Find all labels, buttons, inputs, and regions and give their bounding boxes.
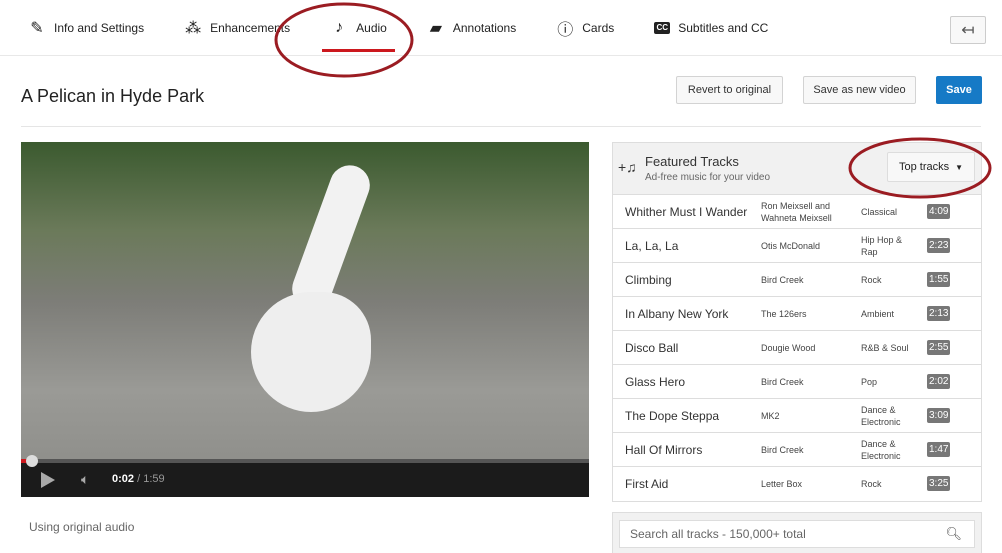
featured-tracks-panel: +♫ Featured Tracks Ad-free music for you… <box>612 142 982 502</box>
video-frame-subject <box>251 292 371 412</box>
tab-subtitles[interactable]: CC Subtitles and CC <box>654 0 768 56</box>
page-title: A Pelican in Hyde Park <box>21 86 205 106</box>
search-icon[interactable]: 🔍︎ <box>945 526 962 542</box>
top-tracks-dropdown[interactable]: Top tracks ▼ <box>887 152 975 182</box>
caret-down-icon: ▼ <box>955 162 964 172</box>
track-row[interactable]: First Aid Letter Box Rock 3:25 <box>613 467 981 501</box>
tab-bar: ✎ Info and Settings ⁂ Enhancements ♪ Audio … <box>0 0 1002 56</box>
play-icon[interactable] <box>41 472 55 488</box>
track-artist: Ron Meixsell and Wahneta Meixsell <box>761 200 832 223</box>
track-duration: 4:09 <box>927 204 951 219</box>
track-row[interactable]: The Dope Steppa MK2 Dance & Electronic 3:09 <box>613 399 981 433</box>
video-frame <box>286 159 376 315</box>
track-genre: Dance & Electronic <box>861 438 901 461</box>
tab-info-settings[interactable]: ✎ Info and Settings <box>28 0 144 56</box>
audio-status: Using original audio <box>29 520 135 534</box>
volume-icon[interactable]: 🔈︎ <box>81 471 89 488</box>
track-row[interactable]: La, La, La Otis McDonald Hip Hop & Rap 2:23 <box>613 229 981 263</box>
info-icon: ⓘ <box>557 21 574 39</box>
track-genre: R&B & Soul <box>861 342 909 353</box>
track-row[interactable]: Whither Must I Wander Ron Meixsell and Wa… <box>613 195 981 229</box>
track-search: 🔍︎ <box>612 512 982 553</box>
track-artist: Letter Box <box>761 478 803 489</box>
track-name: Whither Must I Wander <box>625 205 748 219</box>
tab-audio[interactable]: ♪ Audio <box>322 0 395 56</box>
track-artist: The 126ers <box>761 308 807 319</box>
pencil-icon: ✎ <box>30 19 44 37</box>
track-name: In Albany New York <box>625 307 729 321</box>
track-genre: Rock <box>861 274 882 285</box>
track-genre: Dance & Electronic <box>861 404 901 427</box>
scrubber-handle[interactable] <box>26 455 39 467</box>
revert-button[interactable]: Revert to original <box>676 76 783 104</box>
track-duration: 1:55 <box>927 272 951 287</box>
track-genre: Classical <box>861 206 898 217</box>
track-genre: Ambient <box>861 308 895 319</box>
track-duration: 1:47 <box>927 442 951 457</box>
track-duration: 2:55 <box>927 340 951 355</box>
track-duration: 2:13 <box>927 306 951 321</box>
panel-subtitle: Ad-free music for your video <box>645 172 771 183</box>
track-row[interactable]: Hall Of Mirrors Bird Creek Dance & Electro… <box>613 433 981 467</box>
tab-cards[interactable]: ⓘ Cards <box>556 0 614 56</box>
track-name: Glass Hero <box>625 375 686 389</box>
track-genre: Rock <box>861 478 882 489</box>
track-duration: 3:25 <box>927 476 951 491</box>
add-music-icon: +♫ <box>618 159 637 175</box>
music-note-icon: ♪ <box>335 18 344 36</box>
panel-title: Featured Tracks <box>645 154 739 169</box>
track-artist: MK2 <box>761 410 780 421</box>
track-artist: Bird Creek <box>761 376 804 387</box>
track-name: La, La, La <box>625 239 679 253</box>
track-name: Climbing <box>625 273 672 287</box>
search-input[interactable] <box>620 521 939 547</box>
track-artist: Bird Creek <box>761 444 804 455</box>
back-arrow-icon: ↤ <box>961 22 975 39</box>
cc-icon: CC <box>654 21 671 34</box>
track-row[interactable]: Glass Hero Bird Creek Pop 2:02 <box>613 365 981 399</box>
track-name: First Aid <box>625 477 669 491</box>
video-player[interactable]: 🔈︎ 0:02 / 1:59 <box>21 142 589 497</box>
track-duration: 2:23 <box>927 238 951 253</box>
divider <box>21 126 981 127</box>
track-duration: 3:09 <box>927 408 951 423</box>
tab-enhancements[interactable]: ⁂ Enhancements <box>184 0 290 56</box>
save-button[interactable]: Save <box>936 76 982 104</box>
speech-bubble-icon: ▰ <box>429 19 442 37</box>
track-artist: Otis McDonald <box>761 240 821 251</box>
track-artist: Bird Creek <box>761 274 804 285</box>
magic-wand-icon: ⁂ <box>185 19 202 37</box>
track-row[interactable]: Climbing Bird Creek Rock 1:55 <box>613 263 981 297</box>
player-controls: 🔈︎ 0:02 / 1:59 <box>21 455 589 497</box>
track-name: Hall Of Mirrors <box>625 443 703 457</box>
track-row[interactable]: Disco Ball Dougie Wood R&B & Soul 2:55 <box>613 331 981 365</box>
track-artist: Dougie Wood <box>761 342 816 353</box>
save-as-new-button[interactable]: Save as new video <box>803 76 916 104</box>
time-display: 0:02 / 1:59 <box>112 473 165 485</box>
track-name: Disco Ball <box>625 341 679 355</box>
progress-bar[interactable] <box>21 455 589 467</box>
track-name: The Dope Steppa <box>625 409 720 423</box>
track-duration: 2:02 <box>927 374 951 389</box>
back-button[interactable]: ↤ <box>950 16 986 44</box>
track-genre: Hip Hop & Rap <box>861 234 903 257</box>
tab-annotations[interactable]: ▰ Annotations <box>427 0 517 56</box>
track-genre: Pop <box>861 376 878 387</box>
track-row[interactable]: In Albany New York The 126ers Ambient 2:13 <box>613 297 981 331</box>
